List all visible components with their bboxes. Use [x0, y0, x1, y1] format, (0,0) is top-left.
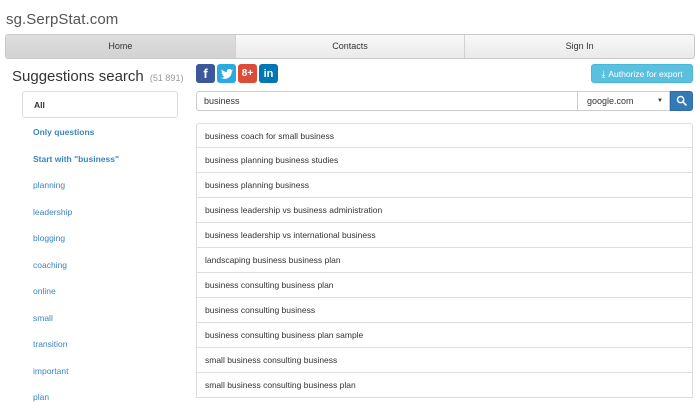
page-title: Suggestions search (51 891): [12, 68, 183, 85]
list-item[interactable]: landscaping business business plan: [196, 248, 693, 273]
google-plus-icon[interactable]: 8+: [238, 64, 257, 83]
sidebar-item-transition[interactable]: transition: [22, 331, 178, 358]
list-item[interactable]: business leadership vs business administ…: [196, 198, 693, 223]
list-item[interactable]: business consulting business: [196, 298, 693, 323]
sidebar-item-start-with[interactable]: Start with "business": [22, 146, 178, 173]
sidebar-item-important[interactable]: important: [22, 358, 178, 385]
nav-sign-in[interactable]: Sign In: [465, 35, 694, 58]
site-title[interactable]: sg.SerpStat.com: [6, 11, 118, 28]
facebook-icon[interactable]: f: [196, 64, 215, 83]
dropdown-caret-icon: ▼: [657, 98, 663, 104]
sidebar-item-all[interactable]: All: [22, 91, 178, 118]
sidebar-item-plan[interactable]: plan: [22, 384, 178, 411]
twitter-bird-glyph: [220, 68, 233, 79]
twitter-icon[interactable]: [217, 64, 236, 83]
page-title-text: Suggestions search: [12, 68, 144, 85]
search-icon: [676, 95, 687, 106]
sidebar-item-planning[interactable]: planning: [22, 172, 178, 199]
suggestions-list: business coach for small business busine…: [196, 123, 693, 398]
suggestions-count: (51 891): [149, 73, 184, 83]
list-item[interactable]: small business consulting business: [196, 348, 693, 373]
download-icon: ⤓: [601, 69, 606, 79]
list-item[interactable]: business consulting business plan sample: [196, 323, 693, 348]
list-item[interactable]: business consulting business plan: [196, 273, 693, 298]
list-item[interactable]: business planning business: [196, 173, 693, 198]
list-item[interactable]: business coach for small business: [196, 123, 693, 148]
nav-contacts[interactable]: Contacts: [236, 35, 466, 58]
list-item[interactable]: small business consulting business plan: [196, 373, 693, 398]
list-item[interactable]: business planning business studies: [196, 148, 693, 173]
linkedin-icon[interactable]: in: [259, 64, 278, 83]
sidebar-item-small[interactable]: small: [22, 305, 178, 332]
filter-sidebar: All Only questions Start with "business"…: [22, 91, 178, 411]
top-navbar: Home Contacts Sign In: [5, 34, 695, 59]
search-input[interactable]: business: [196, 91, 578, 111]
export-button-label: Authorize for export: [608, 69, 683, 79]
sidebar-item-coaching[interactable]: coaching: [22, 252, 178, 279]
search-engine-value: google.com: [587, 96, 634, 106]
social-share-bar: f 8+ in: [196, 64, 278, 83]
authorize-export-button[interactable]: ⤓ Authorize for export: [591, 64, 693, 83]
sidebar-item-online[interactable]: online: [22, 278, 178, 305]
sidebar-item-blogging[interactable]: blogging: [22, 225, 178, 252]
search-engine-select[interactable]: google.com ▼: [577, 91, 670, 111]
sidebar-item-leadership[interactable]: leadership: [22, 199, 178, 226]
search-button[interactable]: [670, 91, 693, 111]
list-item[interactable]: business leadership vs international bus…: [196, 223, 693, 248]
sidebar-item-only-questions[interactable]: Only questions: [22, 119, 178, 146]
nav-home[interactable]: Home: [6, 35, 236, 58]
